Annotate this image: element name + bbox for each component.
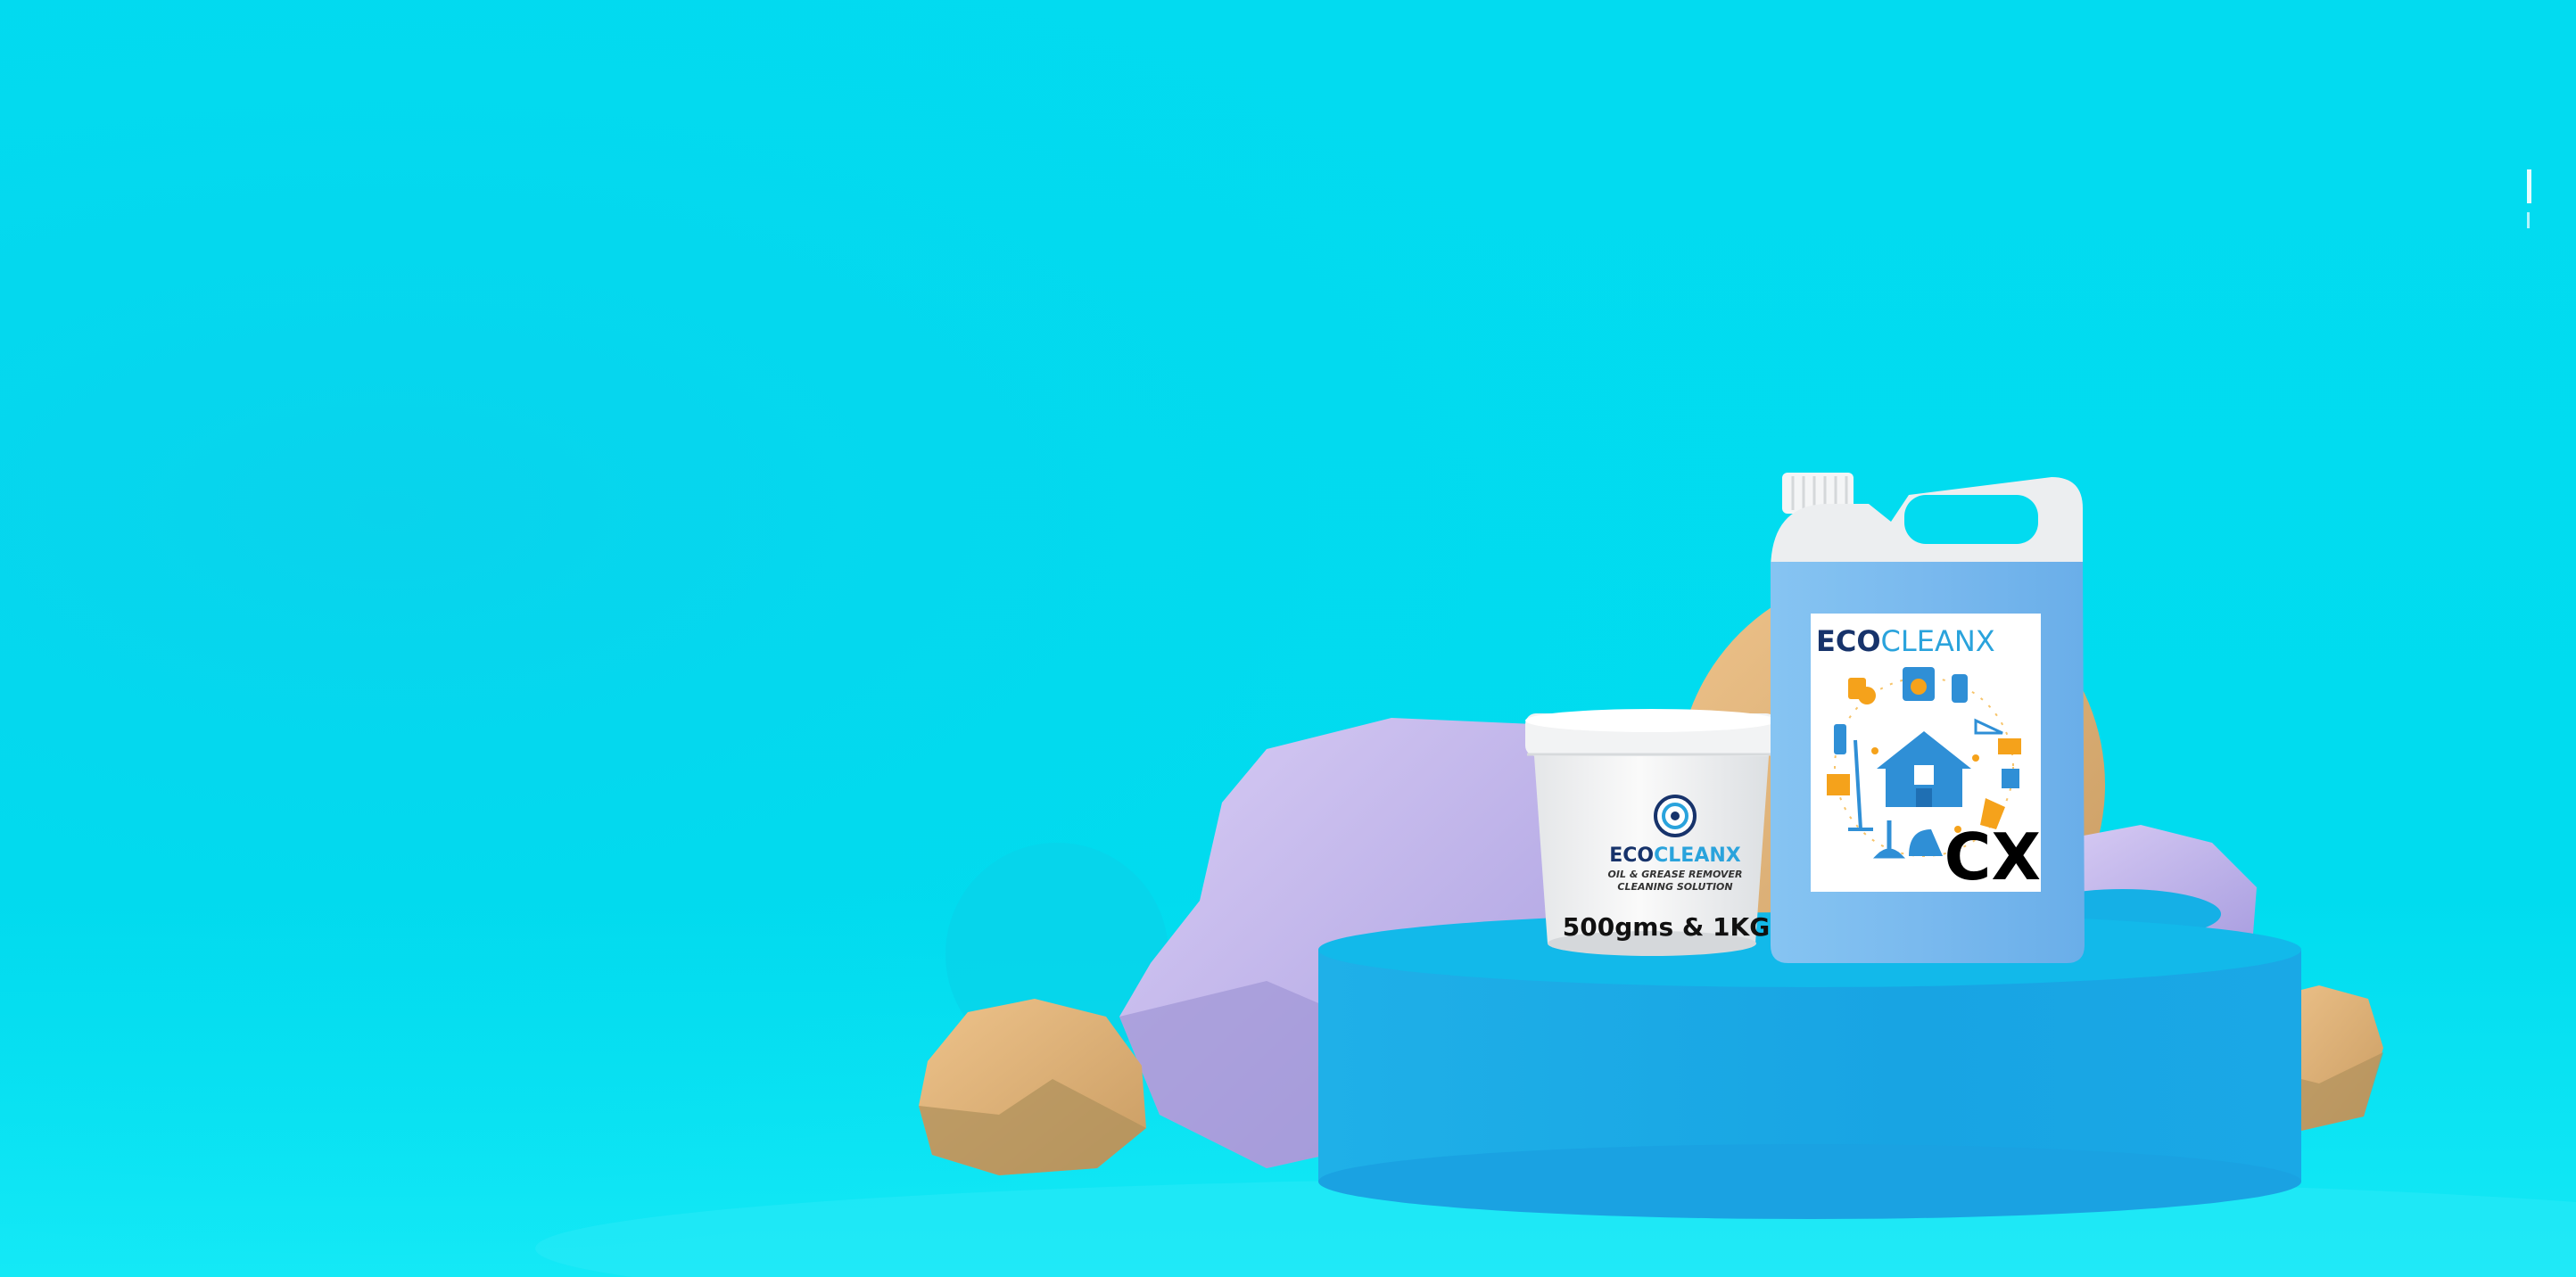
spray-icon — [1834, 724, 1846, 754]
tub-logo-icon — [1654, 795, 1697, 837]
tub-brand-cleanx: CLEANX — [1654, 844, 1741, 867]
tub-lid-top — [1525, 709, 1777, 732]
product-jerry-can: ECOCLEANX CX — [1771, 473, 2085, 963]
product-tub: ECOCLEANX OIL & GREASE REMOVER CLEANING … — [1525, 709, 1777, 956]
tub-brand-eco: ECO — [1609, 844, 1654, 867]
edge-mark-2 — [2527, 212, 2530, 228]
sparkle-2 — [1972, 754, 1979, 762]
house-window-icon — [1914, 765, 1934, 785]
house-door-icon — [1916, 788, 1932, 807]
sparkle-1 — [1871, 747, 1878, 754]
can-monogram: CX — [1944, 820, 2041, 894]
tub-sizes-label: 500gms & 1KG — [1563, 912, 1770, 942]
can-brand-eco: ECO — [1816, 624, 1881, 658]
svg-text:ECOCLEANX: ECOCLEANX — [1816, 624, 1995, 658]
dustpan-icon — [1998, 738, 2021, 754]
can-brand-cleanx: CLEANX — [1881, 624, 1995, 658]
basket-icon — [1827, 774, 1850, 795]
tub-subtitle-line1: OIL & GREASE REMOVER — [1608, 869, 1743, 880]
svg-text:ECOCLEANX: ECOCLEANX — [1609, 844, 1741, 867]
podium-bottom — [1318, 1144, 2301, 1219]
tub-subtitle-line2: CLEANING SOLUTION — [1617, 881, 1732, 893]
hero-banner: ECOCLEANX OIL & GREASE REMOVER CLEANING … — [0, 0, 2576, 1277]
spray-bottle-icon — [1952, 674, 1968, 703]
washing-machine-door-icon — [1911, 679, 1927, 695]
edge-mark — [2527, 169, 2531, 203]
sponge-icon — [1858, 687, 1876, 704]
cup-icon — [2002, 769, 2019, 788]
can-handle-hole — [1904, 495, 2038, 544]
